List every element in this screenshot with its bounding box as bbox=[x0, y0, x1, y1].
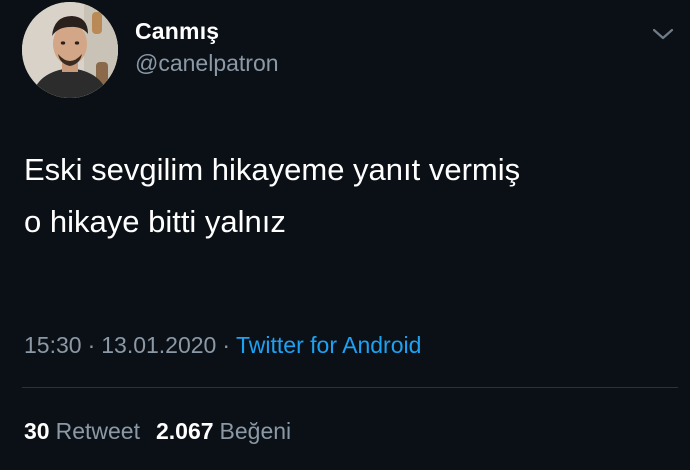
divider bbox=[22, 387, 678, 388]
tweet-time[interactable]: 15:30 bbox=[24, 332, 82, 358]
retweet-count: 30 bbox=[24, 418, 50, 444]
user-handle[interactable]: @canelpatron bbox=[135, 48, 279, 78]
chevron-down-icon[interactable] bbox=[650, 24, 676, 44]
tweet-stats: 30 Retweet 2.067 Beğeni bbox=[24, 416, 291, 446]
tweet-source-link[interactable]: Twitter for Android bbox=[236, 332, 421, 358]
tweet-meta: 15:30 · 13.01.2020 · Twitter for Android bbox=[24, 330, 421, 360]
tweet-header: Canmış @canelpatron bbox=[22, 2, 682, 98]
retweet-stat[interactable]: 30 Retweet bbox=[24, 418, 140, 444]
retweet-label: Retweet bbox=[55, 418, 140, 444]
like-label: Beğeni bbox=[219, 418, 292, 444]
tweet-date[interactable]: 13.01.2020 bbox=[101, 332, 216, 358]
tweet-text-line: o hikaye bitti yalnız bbox=[24, 204, 286, 239]
display-name[interactable]: Canmış bbox=[135, 16, 279, 46]
like-count: 2.067 bbox=[155, 418, 214, 444]
like-stat[interactable]: 2.067 Beğeni bbox=[156, 418, 291, 444]
user-names[interactable]: Canmış @canelpatron bbox=[135, 16, 279, 78]
meta-separator: · bbox=[222, 332, 231, 358]
avatar[interactable] bbox=[22, 2, 118, 98]
tweet-card: Canmış @canelpatron Eski sevgilim hikaye… bbox=[0, 0, 690, 470]
tweet-text: Eski sevgilim hikayeme yanıt vermiş o hi… bbox=[24, 144, 664, 248]
meta-separator: · bbox=[87, 332, 96, 358]
avatar-image bbox=[22, 2, 118, 98]
tweet-text-line: Eski sevgilim hikayeme yanıt vermiş bbox=[24, 152, 521, 187]
